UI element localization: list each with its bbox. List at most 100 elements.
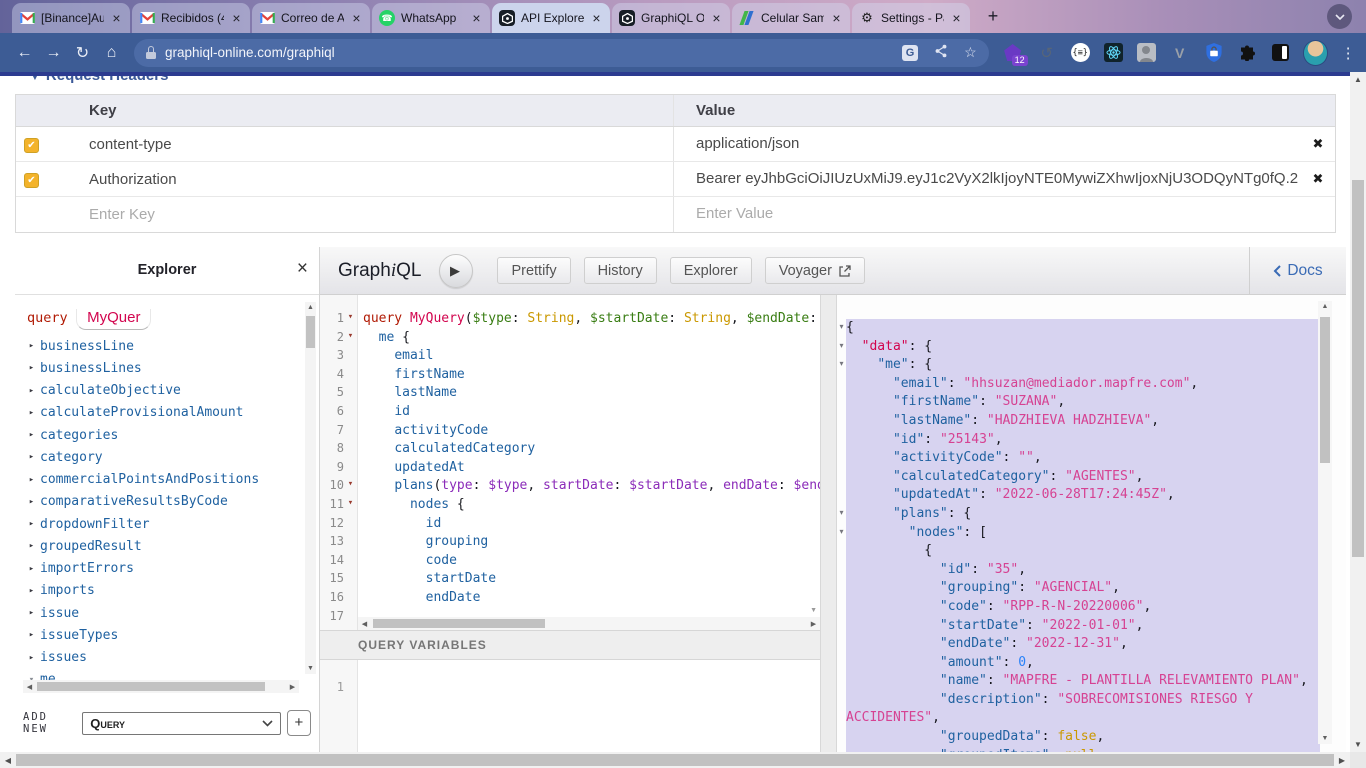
- explorer-field-categories[interactable]: ▸categories: [23, 424, 303, 446]
- tab-close-button[interactable]: ×: [470, 11, 483, 25]
- disabled-extension-icon[interactable]: ↺: [1037, 43, 1057, 63]
- query-editor[interactable]: 1▾2▾345678910▾11▾121314151617 query MyQu…: [320, 295, 820, 630]
- scroll-down-icon[interactable]: ▼: [305, 665, 316, 672]
- voyager-button[interactable]: Voyager: [765, 257, 865, 284]
- browser-menu-button[interactable]: ⋮: [1340, 44, 1356, 62]
- tab-close-button[interactable]: ×: [230, 11, 243, 25]
- page-horizontal-scrollbar[interactable]: ◀ ▶: [0, 752, 1350, 768]
- add-new-button[interactable]: +: [287, 710, 311, 736]
- prettify-button[interactable]: Prettify: [497, 257, 570, 284]
- tab-close-button[interactable]: ×: [950, 11, 963, 25]
- scrollbar-thumb[interactable]: [16, 754, 1334, 766]
- fold-arrow-icon[interactable]: ▾: [837, 359, 846, 368]
- explorer-field-comparativeResultsByCode[interactable]: ▸comparativeResultsByCode: [23, 491, 303, 513]
- tab-close-button[interactable]: ×: [830, 11, 843, 25]
- scroll-up-icon[interactable]: ▲: [305, 304, 316, 311]
- explorer-field-businessLines[interactable]: ▸businessLines: [23, 357, 303, 379]
- scroll-right-icon[interactable]: ▶: [288, 683, 297, 691]
- explorer-vertical-scrollbar[interactable]: ▲ ▼: [305, 302, 316, 674]
- scroll-left-icon[interactable]: ◀: [360, 620, 369, 628]
- scrollbar-thumb[interactable]: [1320, 317, 1330, 463]
- add-new-select[interactable]: Query: [82, 712, 280, 735]
- explorer-field-dropdownFilter[interactable]: ▸dropdownFilter: [23, 513, 303, 535]
- query-code[interactable]: query MyQuery($type: String, $startDate:…: [358, 295, 820, 617]
- query-variables-editor[interactable]: 1: [320, 660, 820, 752]
- explorer-field-importErrors[interactable]: ▸importErrors: [23, 558, 303, 580]
- explorer-button[interactable]: Explorer: [670, 257, 752, 284]
- remove-header-button[interactable]: ✖: [1299, 136, 1337, 152]
- explorer-field-calculateObjective[interactable]: ▸calculateObjective: [23, 380, 303, 402]
- tab-close-button[interactable]: ×: [710, 11, 723, 25]
- fold-arrow-icon[interactable]: ▾: [837, 341, 846, 350]
- fold-arrow-icon[interactable]: ▾: [837, 322, 846, 331]
- scroll-right-icon[interactable]: ▶: [809, 620, 818, 628]
- pane-resizer[interactable]: [820, 295, 837, 752]
- explorer-field-commercialPointsAndPositions[interactable]: ▸commercialPointsAndPositions: [23, 469, 303, 491]
- vue-devtools-extension-icon[interactable]: V: [1170, 43, 1190, 63]
- scrollbar-thumb[interactable]: [373, 619, 545, 628]
- scroll-up-icon[interactable]: ▲: [1350, 75, 1366, 84]
- browser-tab[interactable]: [Binance]Au×: [12, 3, 130, 33]
- browser-tab[interactable]: API Explorer×: [492, 3, 610, 33]
- fold-arrow-icon[interactable]: ▾: [837, 508, 846, 517]
- sidebar-extension-icon[interactable]: [1272, 44, 1289, 61]
- explorer-field-issueTypes[interactable]: ▸issueTypes: [23, 624, 303, 646]
- docs-button[interactable]: Docs: [1249, 247, 1346, 294]
- header-enabled-checkbox[interactable]: ✔: [24, 138, 39, 153]
- header-key-cell[interactable]: content-type: [71, 136, 673, 153]
- explorer-field-calculateProvisionalAmount[interactable]: ▸calculateProvisionalAmount: [23, 402, 303, 424]
- query-variables-header[interactable]: QUERY VARIABLES: [320, 630, 820, 660]
- profile-avatar[interactable]: [1303, 40, 1329, 66]
- browser-tab[interactable]: ☎WhatsApp×: [372, 3, 490, 33]
- translate-icon[interactable]: G: [902, 45, 918, 61]
- extensions-puzzle-icon[interactable]: [1238, 43, 1258, 63]
- url-text[interactable]: graphiql-online.com/graphiql: [165, 45, 886, 60]
- browser-tab[interactable]: Celular Sam×: [732, 3, 850, 33]
- share-icon[interactable]: [934, 44, 948, 61]
- browser-tab[interactable]: GraphiQL O×: [612, 3, 730, 33]
- fold-arrow-icon[interactable]: ▾: [837, 527, 846, 536]
- explorer-field-businessLine[interactable]: ▸businessLine: [23, 335, 303, 357]
- execute-button[interactable]: ▶: [439, 254, 473, 288]
- fold-arrow-icon[interactable]: ▾: [345, 312, 356, 322]
- explorer-close-button[interactable]: ×: [297, 258, 308, 280]
- fold-arrow-icon[interactable]: ▾: [345, 331, 356, 341]
- json-viewer-extension-icon[interactable]: {≡}: [1071, 43, 1090, 62]
- explorer-horizontal-scrollbar[interactable]: ◀ ▶: [23, 680, 299, 693]
- scroll-down-icon[interactable]: ▼: [1350, 740, 1366, 749]
- explorer-field-issue[interactable]: ▸issue: [23, 602, 303, 624]
- home-button[interactable]: ⌂: [97, 44, 126, 62]
- react-devtools-extension-icon[interactable]: [1104, 43, 1123, 62]
- browser-tab[interactable]: ⚙Settings - Pa×: [852, 3, 970, 33]
- session-extension-icon[interactable]: [1137, 43, 1156, 62]
- header-value-cell[interactable]: Bearer eyJhbGciOiJIUzUxMiJ9.eyJ1c2VyX2lk…: [673, 162, 1299, 196]
- tab-search-button[interactable]: [1327, 4, 1352, 29]
- scroll-up-icon[interactable]: ▲: [1318, 303, 1332, 310]
- scroll-right-icon[interactable]: ▶: [1337, 756, 1347, 765]
- editor-scroll-down-icon[interactable]: ▼: [810, 607, 817, 614]
- bookmark-star-icon[interactable]: ☆: [964, 44, 977, 61]
- scrollbar-thumb[interactable]: [306, 316, 315, 348]
- browser-tab[interactable]: Correo de A×: [252, 3, 370, 33]
- history-button[interactable]: History: [584, 257, 657, 284]
- new-tab-button[interactable]: +: [980, 4, 1006, 30]
- password-manager-extension-icon[interactable]: [1204, 43, 1224, 63]
- header-value-cell[interactable]: application/json: [673, 127, 1299, 161]
- header-key-cell[interactable]: Authorization: [71, 171, 673, 188]
- scroll-down-icon[interactable]: ▼: [1318, 735, 1332, 742]
- value-input[interactable]: Enter Value: [673, 197, 1299, 232]
- explorer-field-category[interactable]: ▸category: [23, 446, 303, 468]
- scrollbar-thumb[interactable]: [37, 682, 265, 691]
- query-name-input[interactable]: MyQuer: [76, 309, 151, 330]
- response-json[interactable]: { "data": { "me": { "email": "hhsuzan@me…: [846, 319, 1320, 752]
- tab-close-button[interactable]: ×: [590, 11, 603, 25]
- tab-close-button[interactable]: ×: [350, 11, 363, 25]
- explorer-field-issues[interactable]: ▸issues: [23, 647, 303, 669]
- back-button[interactable]: ←: [10, 44, 39, 62]
- scroll-left-icon[interactable]: ◀: [25, 683, 34, 691]
- address-bar[interactable]: graphiql-online.com/graphiql G ☆: [134, 39, 989, 67]
- fold-arrow-icon[interactable]: ▾: [345, 498, 356, 508]
- explorer-field-imports[interactable]: ▸imports: [23, 580, 303, 602]
- explorer-field-me[interactable]: ▾me: [23, 669, 303, 680]
- fold-arrow-icon[interactable]: ▾: [345, 479, 356, 489]
